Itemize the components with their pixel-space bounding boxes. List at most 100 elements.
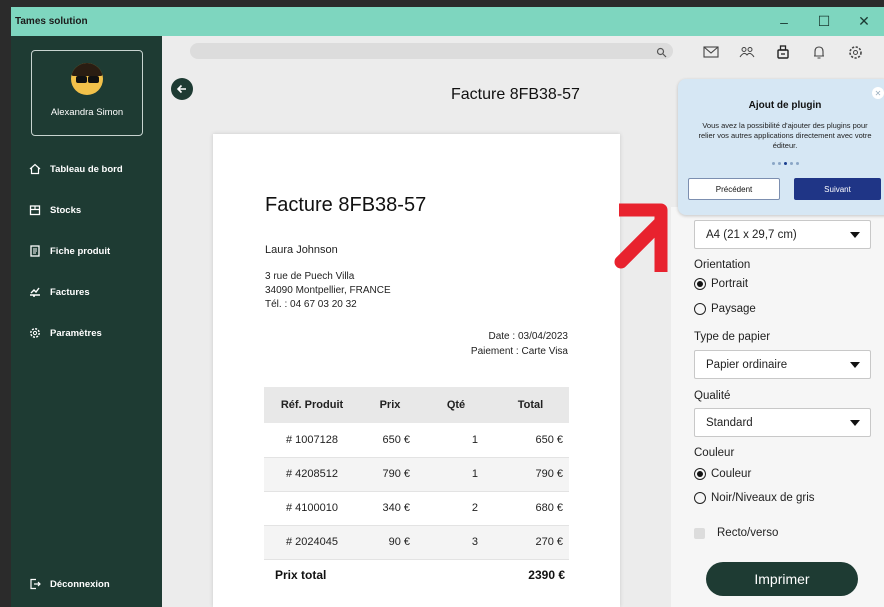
radio-unchecked-icon	[694, 303, 706, 315]
home-icon	[29, 163, 41, 175]
sidebar-item-label: Factures	[50, 286, 90, 298]
invoice-preview: Facture 8FB38-57 Laura Johnson 3 rue de …	[213, 134, 620, 607]
paper-size-select[interactable]: A4 (21 x 29,7 cm)	[694, 220, 871, 249]
step-dot-active	[783, 162, 787, 165]
radio-checked-icon	[694, 468, 706, 480]
plugin-tooltip: ✕ Ajout de plugin Vous avez la possibili…	[678, 79, 884, 215]
cell-qty: 2	[420, 491, 492, 526]
document-icon	[29, 245, 41, 257]
mail-icon[interactable]	[693, 40, 729, 64]
grayscale-radio[interactable]: Noir/Niveaux de gris	[694, 492, 815, 504]
users-icon[interactable]	[729, 40, 765, 64]
logout-label: Déconnexion	[50, 578, 110, 590]
sidebar: Alexandra Simon Tableau de bord Stocks F…	[11, 36, 162, 607]
back-button[interactable]	[171, 78, 193, 100]
radio-label: Portrait	[711, 278, 749, 290]
radio-label: Noir/Niveaux de gris	[711, 492, 815, 504]
address-line-2: 34090 Montpellier, FRANCE	[265, 285, 391, 296]
step-indicator	[678, 162, 884, 165]
page-title: Facture 8FB38-57	[451, 86, 580, 103]
cell-price: 340 €	[360, 491, 420, 526]
color-label: Couleur	[694, 447, 735, 459]
step-dot	[777, 162, 781, 165]
paper-type-select[interactable]: Papier ordinaire	[694, 350, 871, 379]
cell-total: 270 €	[492, 525, 569, 560]
payment-method: Paiement : Carte Visa	[470, 346, 568, 357]
invoice-title: Facture 8FB38-57	[265, 194, 427, 216]
quality-label: Qualité	[694, 390, 731, 402]
paper-size-value: A4 (21 x 29,7 cm)	[706, 228, 797, 241]
print-button[interactable]: Imprimer	[706, 562, 858, 596]
top-bar	[162, 36, 884, 68]
cell-qty: 1	[420, 423, 492, 458]
checkbox-icon	[694, 527, 705, 539]
close-icon[interactable]: ✕	[872, 87, 884, 99]
column-header: Total	[492, 387, 569, 423]
sidebar-item-dashboard[interactable]: Tableau de bord	[29, 163, 123, 175]
sidebar-item-product-sheet[interactable]: Fiche produit	[29, 245, 110, 257]
orientation-portrait-radio[interactable]: Portrait	[694, 278, 748, 290]
logout-icon	[29, 578, 41, 590]
previous-button[interactable]: Précédent	[688, 178, 780, 200]
gear-icon	[29, 327, 41, 339]
settings-icon[interactable]	[837, 40, 873, 64]
address-line-1: 3 rue de Puech Villa	[265, 271, 355, 282]
invoice-table: Réf. Produit Prix Qté Total # 1007128 65…	[264, 387, 569, 560]
total-label: Prix total	[275, 568, 327, 582]
radio-checked-icon	[694, 278, 706, 290]
column-header: Prix	[360, 387, 420, 423]
color-radio[interactable]: Couleur	[694, 468, 751, 480]
search-icon[interactable]	[656, 45, 667, 63]
cell-qty: 3	[420, 525, 492, 560]
quality-select[interactable]: Standard	[694, 408, 871, 437]
cell-total: 790 €	[492, 457, 569, 492]
cell-price: 650 €	[360, 423, 420, 458]
cell-ref: # 4208512	[264, 457, 360, 492]
table-row: # 4100010 340 € 2 680 €	[264, 491, 569, 526]
next-button[interactable]: Suivant	[794, 178, 881, 200]
table-row: # 4208512 790 € 1 790 €	[264, 457, 569, 492]
maximize-button[interactable]: ☐	[804, 7, 844, 36]
avatar	[71, 63, 103, 95]
top-icons	[693, 40, 873, 64]
bell-icon[interactable]	[801, 40, 837, 64]
search-input[interactable]	[190, 43, 673, 59]
invoice-icon	[29, 286, 41, 298]
sidebar-item-settings[interactable]: Paramètres	[29, 327, 102, 339]
window-controls: – ☐ ✕	[764, 7, 884, 36]
step-dot	[789, 162, 793, 165]
duplex-checkbox[interactable]: Recto/verso	[694, 527, 778, 539]
tooltip-title: Ajout de plugin	[748, 100, 822, 111]
minimize-button[interactable]: –	[764, 7, 804, 36]
pointer-arrow-icon	[614, 203, 668, 272]
orientation-landscape-radio[interactable]: Paysage	[694, 303, 756, 315]
radio-label: Paysage	[711, 303, 756, 315]
quality-value: Standard	[706, 416, 753, 429]
paper-type-label: Type de papier	[694, 331, 771, 343]
caret-down-icon	[850, 232, 860, 238]
table-row: # 2024045 90 € 3 270 €	[264, 525, 569, 560]
radio-unchecked-icon	[694, 492, 706, 504]
cell-price: 90 €	[360, 525, 420, 560]
client-name: Laura Johnson	[265, 244, 338, 256]
sidebar-item-stocks[interactable]: Stocks	[29, 204, 81, 216]
table-row: # 1007128 650 € 1 650 €	[264, 423, 569, 458]
plugin-icon[interactable]	[765, 40, 801, 64]
print-settings-panel: A4 (21 x 29,7 cm) Orientation Portrait P…	[671, 207, 884, 607]
cell-total: 650 €	[492, 423, 569, 458]
close-button[interactable]: ✕	[844, 7, 884, 36]
logout-button[interactable]: Déconnexion	[29, 578, 110, 590]
invoice-date: Date : 03/04/2023	[488, 331, 568, 342]
orientation-label: Orientation	[694, 259, 751, 271]
client-address: 3 rue de Puech Villa 34090 Montpellier, …	[265, 270, 391, 312]
user-card[interactable]: Alexandra Simon	[31, 50, 143, 136]
sidebar-item-label: Paramètres	[50, 327, 102, 339]
sidebar-item-label: Stocks	[50, 204, 82, 216]
total-value: 2390 €	[528, 568, 565, 582]
cell-price: 790 €	[360, 457, 420, 492]
caret-down-icon	[850, 420, 860, 426]
cell-ref: # 1007128	[264, 423, 360, 458]
cell-qty: 1	[420, 457, 492, 492]
sidebar-item-invoices[interactable]: Factures	[29, 286, 90, 298]
cell-ref: # 4100010	[264, 491, 360, 526]
